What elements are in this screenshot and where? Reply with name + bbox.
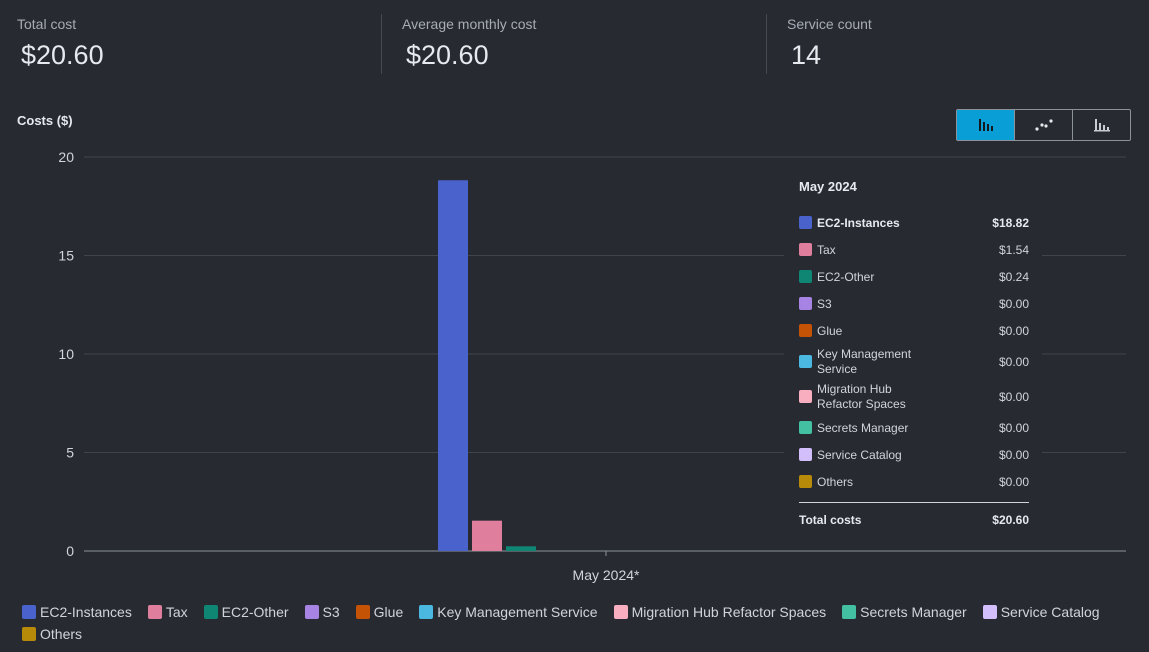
tooltip-swatch [799,475,812,488]
bar-ec2-instances [438,180,468,551]
tooltip-row-name: Service Catalog [817,448,902,462]
legend-item[interactable]: Others [22,626,82,642]
tooltip-row-amount: $0.00 [998,448,1029,462]
y-tick-label: 0 [66,543,74,559]
y-tick-label: 10 [58,346,74,362]
chart-type-toggle [956,109,1131,141]
tooltip-total-amount: $20.60 [992,513,1029,527]
legend-swatch [304,605,319,619]
tooltip-swatch [799,297,812,310]
tooltip-row-name: Tax [817,243,836,257]
tooltip-row-amount: $0.00 [998,390,1029,404]
bar-ec2-other [506,546,536,551]
chart-legend: EC2-Instances Tax EC2-Other S3 Glue Key Manag… [22,604,1132,642]
tooltip-swatch [799,324,812,337]
legend-swatch [147,605,162,619]
tooltip-row-amount: $0.00 [998,355,1029,369]
tooltip-row-name: Others [817,475,854,489]
tooltip-swatch [799,421,812,434]
legend-swatch [613,605,628,619]
tooltip-swatch [799,448,812,461]
tooltip-row-name: EC2-Instances [817,216,900,230]
legend-swatch [22,605,36,619]
tooltip-row-amount: $0.00 [998,475,1029,489]
tooltip-row-amount: $0.00 [998,324,1029,338]
legend-item[interactable]: Glue [355,604,404,620]
legend-label: Secrets Manager [860,604,967,620]
legend-item[interactable]: Key Management Service [419,604,598,620]
tooltip-swatch [799,243,812,256]
tooltip-total-label: Total costs [799,513,862,527]
tooltip-swatch [799,355,812,368]
tooltip-swatch [799,216,812,229]
legend-label: S3 [322,604,340,620]
x-tick-label: May 2024* [573,567,640,583]
y-tick-label: 20 [58,149,74,165]
legend-label: Tax [165,604,188,620]
stacked-bar-chart-button[interactable] [1073,110,1130,140]
tooltip-row-amount: $0.00 [998,421,1029,435]
line-chart-icon [1034,119,1053,131]
tooltip-swatch [799,270,812,283]
legend-label: EC2-Instances [40,604,132,620]
legend-label: Service Catalog [1000,604,1100,620]
tooltip-total-row: Total costs $20.60 [799,513,1029,527]
legend-item[interactable]: Service Catalog [982,604,1100,620]
tooltip-row-name: Glue [817,324,843,338]
legend-item[interactable]: Tax [147,604,188,620]
tooltip-row-amount: $0.24 [998,270,1029,284]
legend-label: Migration Hub Refactor Spaces [631,604,827,620]
y-tick-label: 15 [58,248,74,264]
tooltip-row-name: Migration Hub Refactor Spaces [817,382,906,411]
legend-swatch [203,605,218,619]
tooltip-row-name: Key Management Service [817,347,912,376]
y-tick-label: 5 [66,445,74,461]
legend-item[interactable]: S3 [304,604,340,620]
tooltip-title: May 2024 [799,179,857,194]
legend-item[interactable]: EC2-Other [203,604,289,620]
legend-item[interactable]: Secrets Manager [842,604,967,620]
hover-tooltip: May 2024 EC2-Instances $18.82 Tax $1.54 … [784,158,1042,542]
tooltip-row-name: EC2-Other [817,270,875,284]
tooltip-row-name: S3 [817,297,832,311]
tooltip-row-amount: $18.82 [992,216,1029,230]
cost-explorer-panel: Total cost $20.60 Average monthly cost $… [0,0,1149,652]
tooltip-swatch [799,390,812,403]
legend-swatch [842,605,857,619]
bar-chart-button[interactable] [957,110,1015,140]
stacked-bar-chart-icon [1093,119,1110,132]
legend-swatch [419,605,434,619]
legend-item[interactable]: EC2-Instances [22,604,132,620]
legend-label: Glue [373,604,404,620]
tooltip-row-name: Secrets Manager [817,421,909,435]
legend-label: Key Management Service [437,604,598,620]
bar-chart-icon [978,119,993,131]
tooltip-row-amount: $0.00 [998,297,1029,311]
line-chart-button[interactable] [1015,110,1073,140]
tooltip-divider [799,502,1029,503]
bar-tax [472,520,502,551]
legend-swatch [982,605,997,619]
tooltip-row-amount: $1.54 [998,243,1029,257]
legend-swatch [22,627,36,641]
legend-swatch [355,605,370,619]
legend-item[interactable]: Migration Hub Refactor Spaces [613,604,827,620]
legend-label: Others [40,626,83,642]
legend-label: EC2-Other [221,604,289,620]
